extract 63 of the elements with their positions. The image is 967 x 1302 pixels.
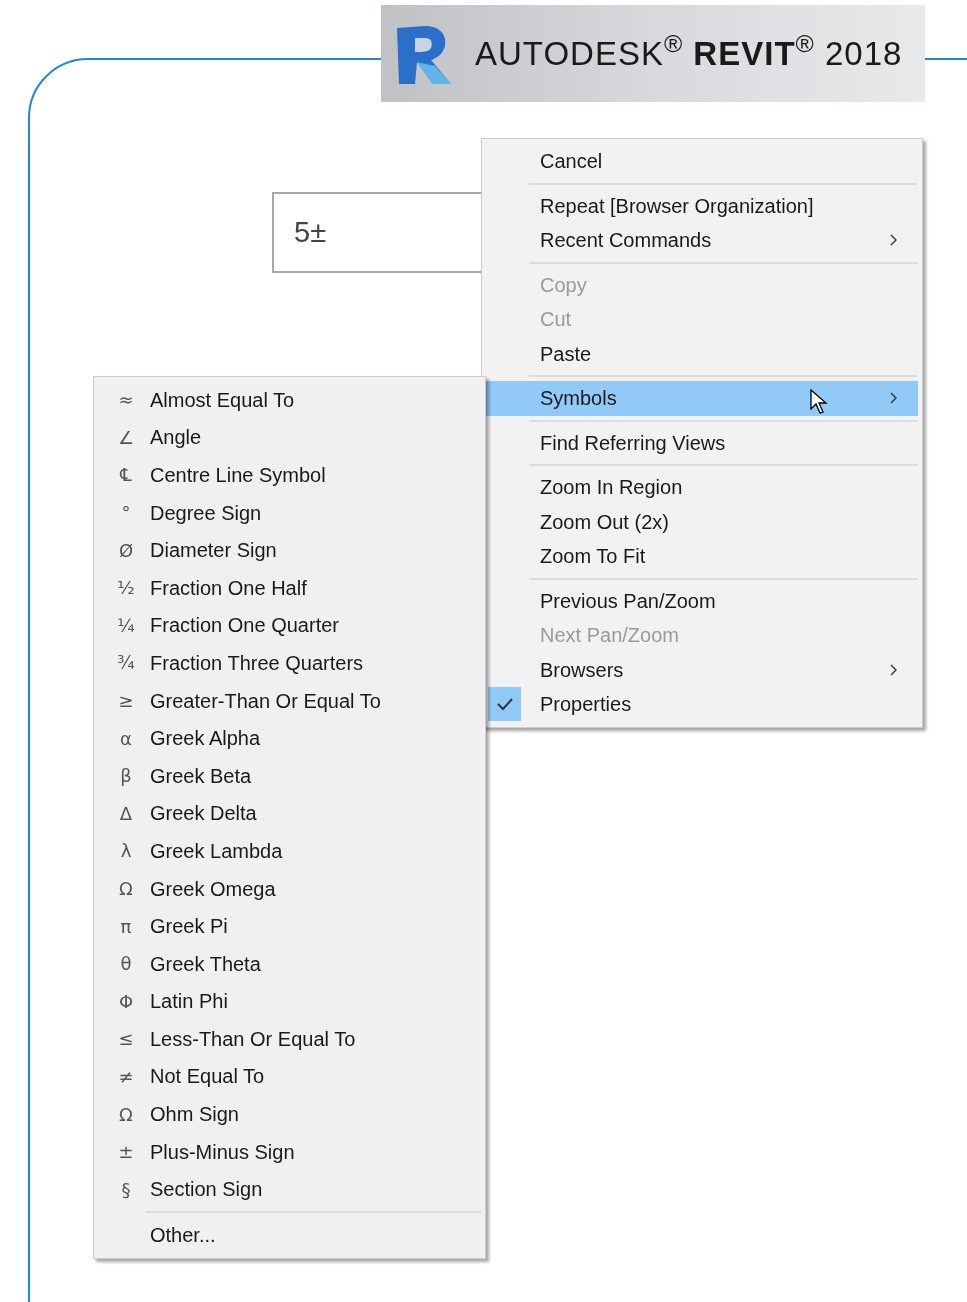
symbol-menu-item[interactable]: ≈ Almost Equal To	[94, 381, 485, 419]
symbol-glyph: §	[121, 1178, 131, 1200]
chevron-right-icon	[890, 663, 898, 676]
symbol-menu-item[interactable]: Φ Latin Phi	[94, 982, 485, 1021]
menu-item[interactable]: Cancel	[486, 144, 918, 179]
symbol-menu-item[interactable]: ≥ Greater-Than Or Equal To	[94, 681, 485, 720]
symbol-glyph: Ω	[119, 878, 133, 899]
symbol-glyph: ¼	[117, 614, 135, 636]
chevron-right-icon	[890, 392, 898, 405]
menu-item[interactable]: Zoom In Region	[486, 470, 918, 505]
symbol-menu-item[interactable]: Ω Ohm Sign	[94, 1095, 485, 1133]
symbol-glyph: ≥	[118, 690, 134, 712]
menu-item[interactable]: Paste	[486, 336, 918, 371]
symbol-menu-item[interactable]: ∠ Angle	[94, 418, 485, 457]
symbol-menu-item[interactable]: α Greek Alpha	[94, 719, 485, 757]
symbol-glyph: π	[120, 915, 132, 937]
symbol-glyph: ≤	[118, 1028, 134, 1050]
symbol-menu-item[interactable]: ½ Fraction One Half	[94, 568, 485, 607]
symbol-glyph: θ	[120, 953, 132, 975]
menu-item[interactable]: Find Referring Views	[486, 425, 918, 460]
menu-item[interactable]: Previous Pan/Zoom	[486, 583, 918, 618]
menu-item[interactable]: Recent Commands	[486, 223, 918, 258]
symbol-menu-item[interactable]: θ Greek Theta	[94, 944, 485, 983]
symbol-menu-item[interactable]: Δ Greek Delta	[94, 794, 485, 833]
symbol-menu-item[interactable]: ≠ Not Equal To	[94, 1057, 485, 1096]
symbol-menu-item[interactable]: ¼ Fraction One Quarter	[94, 606, 485, 645]
symbol-menu-item[interactable]: ± Plus-Minus Sign	[94, 1132, 485, 1171]
banner-title: AUTODESK$^{®}$ REVIT$^{®}$ 2018	[475, 29, 903, 74]
symbol-menu-item[interactable]: ¾ Fraction Three Quarters	[94, 644, 485, 682]
symbol-glyph: β	[120, 765, 132, 787]
chevron-right-icon	[890, 234, 898, 247]
symbol-glyph: α	[120, 727, 132, 749]
symbol-glyph: Φ	[118, 990, 134, 1012]
mouse-pointer-icon	[810, 389, 828, 415]
symbol-glyph: Δ	[119, 802, 133, 824]
symbol-glyph: ∠	[117, 426, 135, 448]
menu-item[interactable]: Symbols	[486, 381, 918, 416]
symbol-glyph: Ø	[118, 539, 134, 561]
symbol-glyph: °	[121, 502, 131, 524]
symbol-menu-item[interactable]: ℄ Centre Line Symbol	[94, 456, 485, 494]
symbol-menu-item[interactable]: Ω Greek Omega	[94, 869, 485, 908]
menu-item[interactable]: Zoom Out (2x)	[486, 504, 918, 539]
symbol-menu-item[interactable]: Other...	[94, 1216, 485, 1254]
symbol-menu-item[interactable]: π Greek Pi	[94, 907, 485, 945]
symbol-glyph: λ	[120, 840, 132, 862]
symbol-glyph: ¾	[117, 652, 135, 674]
symbol-menu-item[interactable]: § Section Sign	[94, 1170, 485, 1209]
symbol-menu-item[interactable]: Ø Diameter Sign	[94, 531, 485, 569]
symbol-glyph: ≈	[118, 389, 134, 411]
menu-item[interactable]: Zoom To Fit	[486, 539, 918, 574]
symbol-glyph: ℄	[120, 464, 132, 486]
menu-item[interactable]: Repeat [Browser Organization]	[486, 188, 918, 223]
menu-item[interactable]: Properties	[486, 687, 918, 722]
symbol-glyph: ≠	[118, 1066, 134, 1087]
symbol-menu-item[interactable]: λ Greek Lambda	[94, 832, 485, 870]
text-field[interactable]: 5±	[272, 192, 484, 273]
symbol-glyph: ½	[117, 577, 135, 599]
symbol-menu-item[interactable]: β Greek Beta	[94, 756, 485, 795]
symbol-menu-item[interactable]: ≤ Less-Than Or Equal To	[94, 1020, 485, 1058]
symbol-glyph: ±	[118, 1141, 134, 1163]
symbol-menu-item[interactable]: ° Degree Sign	[94, 493, 485, 532]
menu-item[interactable]: Browsers	[486, 652, 918, 687]
symbol-glyph: Ω	[119, 1103, 133, 1125]
